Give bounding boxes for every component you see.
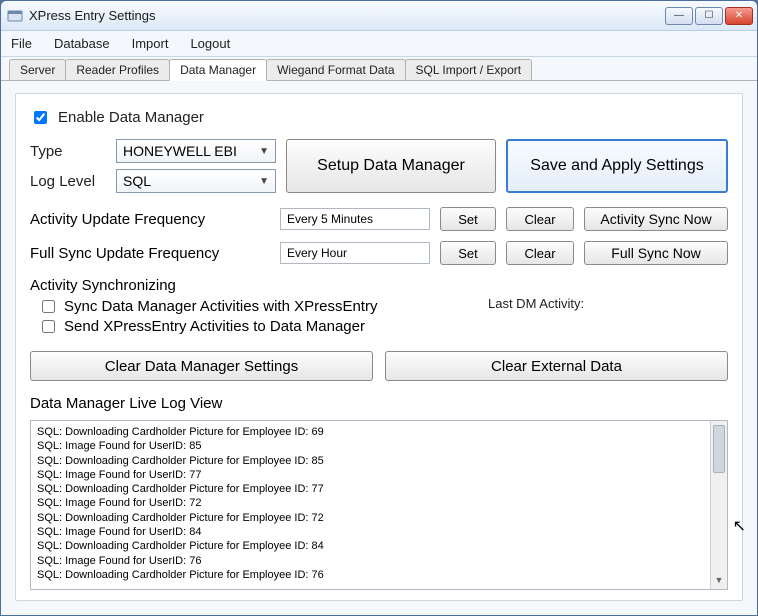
full-clear-button[interactable]: Clear — [506, 241, 574, 265]
maximize-button[interactable]: ☐ — [695, 7, 723, 25]
scroll-down-icon[interactable]: ▼ — [711, 573, 727, 589]
scroll-thumb[interactable] — [713, 425, 725, 473]
enable-row: Enable Data Manager — [30, 108, 728, 127]
send-xpress-to-dm-checkbox[interactable] — [42, 320, 55, 333]
menu-import[interactable]: Import — [132, 36, 169, 51]
sync-opt1-label: Sync Data Manager Activities with XPress… — [64, 298, 377, 315]
log-line: SQL: Downloading Cardholder Picture for … — [37, 482, 721, 496]
window-title: XPress Entry Settings — [29, 8, 665, 23]
log-line: SQL: Image Found for UserID: 76 — [37, 554, 721, 568]
menubar: File Database Import Logout — [1, 31, 757, 57]
log-line: SQL: Downloading Cardholder Picture for … — [37, 568, 721, 582]
top-grid: Type HONEYWELL EBI ▼ Log Level SQL ▼ — [30, 139, 728, 193]
log-line: SQL: Image Found for UserID: 72 — [37, 496, 721, 510]
enable-checkbox[interactable] — [34, 111, 47, 124]
tab-reader-profiles[interactable]: Reader Profiles — [65, 59, 170, 80]
log-line: SQL: Downloading Cardholder Picture for … — [37, 511, 721, 525]
app-window: XPress Entry Settings — ☐ ✕ File Databas… — [0, 0, 758, 616]
activity-clear-button[interactable]: Clear — [506, 207, 574, 231]
tab-wiegand[interactable]: Wiegand Format Data — [266, 59, 405, 80]
sync-group-title: Activity Synchronizing — [30, 277, 728, 294]
titlebar: XPress Entry Settings — ☐ ✕ — [1, 1, 757, 31]
frequency-grid: Activity Update Frequency Every 5 Minute… — [30, 207, 728, 265]
log-line: SQL: Downloading Cardholder Picture for … — [37, 425, 721, 439]
app-icon — [7, 8, 23, 24]
log-lines: SQL: Downloading Cardholder Picture for … — [37, 425, 721, 582]
type-combo[interactable]: HONEYWELL EBI ▼ — [116, 139, 276, 163]
type-value: HONEYWELL EBI — [123, 143, 237, 159]
sync-opt2-label: Send XPressEntry Activities to Data Mana… — [64, 318, 365, 335]
enable-label: Enable Data Manager — [58, 109, 204, 126]
save-apply-settings-button[interactable]: Save and Apply Settings — [506, 139, 728, 193]
log-box[interactable]: SQL: Downloading Cardholder Picture for … — [30, 420, 728, 590]
log-level-combo[interactable]: SQL ▼ — [116, 169, 276, 193]
menu-logout[interactable]: Logout — [190, 36, 230, 51]
log-line: SQL: Image Found for UserID: 85 — [37, 439, 721, 453]
tabstrip: Server Reader Profiles Data Manager Wieg… — [1, 57, 757, 81]
log-line: SQL: Downloading Cardholder Picture for … — [37, 454, 721, 468]
tab-sql-import-export[interactable]: SQL Import / Export — [405, 59, 533, 80]
card: Enable Data Manager Type HONEYWELL EBI ▼… — [15, 93, 743, 601]
close-button[interactable]: ✕ — [725, 7, 753, 25]
log-line: SQL: Image Found for UserID: 77 — [37, 468, 721, 482]
full-freq-label: Full Sync Update Frequency — [30, 245, 270, 262]
full-sync-now-button[interactable]: Full Sync Now — [584, 241, 728, 265]
tab-data-manager[interactable]: Data Manager — [169, 59, 267, 81]
log-title: Data Manager Live Log View — [30, 395, 728, 412]
activity-set-button[interactable]: Set — [440, 207, 496, 231]
sync-dm-to-xpress-checkbox[interactable] — [42, 300, 55, 313]
log-line: SQL: Downloading Cardholder Picture for … — [37, 539, 721, 553]
type-label: Type — [30, 143, 108, 160]
window-buttons: — ☐ ✕ — [665, 7, 753, 25]
log-line: SQL: Image Found for UserID: 84 — [37, 525, 721, 539]
panel: Enable Data Manager Type HONEYWELL EBI ▼… — [1, 81, 757, 615]
tab-server[interactable]: Server — [9, 59, 66, 80]
left-controls: Type HONEYWELL EBI ▼ Log Level SQL ▼ — [30, 139, 276, 193]
minimize-button[interactable]: — — [665, 7, 693, 25]
clear-external-data-button[interactable]: Clear External Data — [385, 351, 728, 381]
chevron-down-icon: ▼ — [259, 176, 269, 187]
sync-group: Activity Synchronizing Sync Data Manager… — [30, 277, 728, 337]
chevron-down-icon: ▼ — [259, 146, 269, 157]
log-level-value: SQL — [123, 173, 151, 189]
activity-freq-label: Activity Update Frequency — [30, 211, 270, 228]
menu-file[interactable]: File — [11, 36, 32, 51]
full-freq-input[interactable]: Every Hour — [280, 242, 430, 264]
clear-dm-settings-button[interactable]: Clear Data Manager Settings — [30, 351, 373, 381]
activity-sync-now-button[interactable]: Activity Sync Now — [584, 207, 728, 231]
full-set-button[interactable]: Set — [440, 241, 496, 265]
menu-database[interactable]: Database — [54, 36, 110, 51]
log-level-label: Log Level — [30, 173, 108, 190]
activity-freq-input[interactable]: Every 5 Minutes — [280, 208, 430, 230]
scrollbar[interactable]: ▲ ▼ — [710, 421, 727, 589]
setup-data-manager-button[interactable]: Setup Data Manager — [286, 139, 496, 193]
last-dm-activity-label: Last DM Activity: — [488, 296, 728, 311]
clear-row: Clear Data Manager Settings Clear Extern… — [30, 351, 728, 381]
